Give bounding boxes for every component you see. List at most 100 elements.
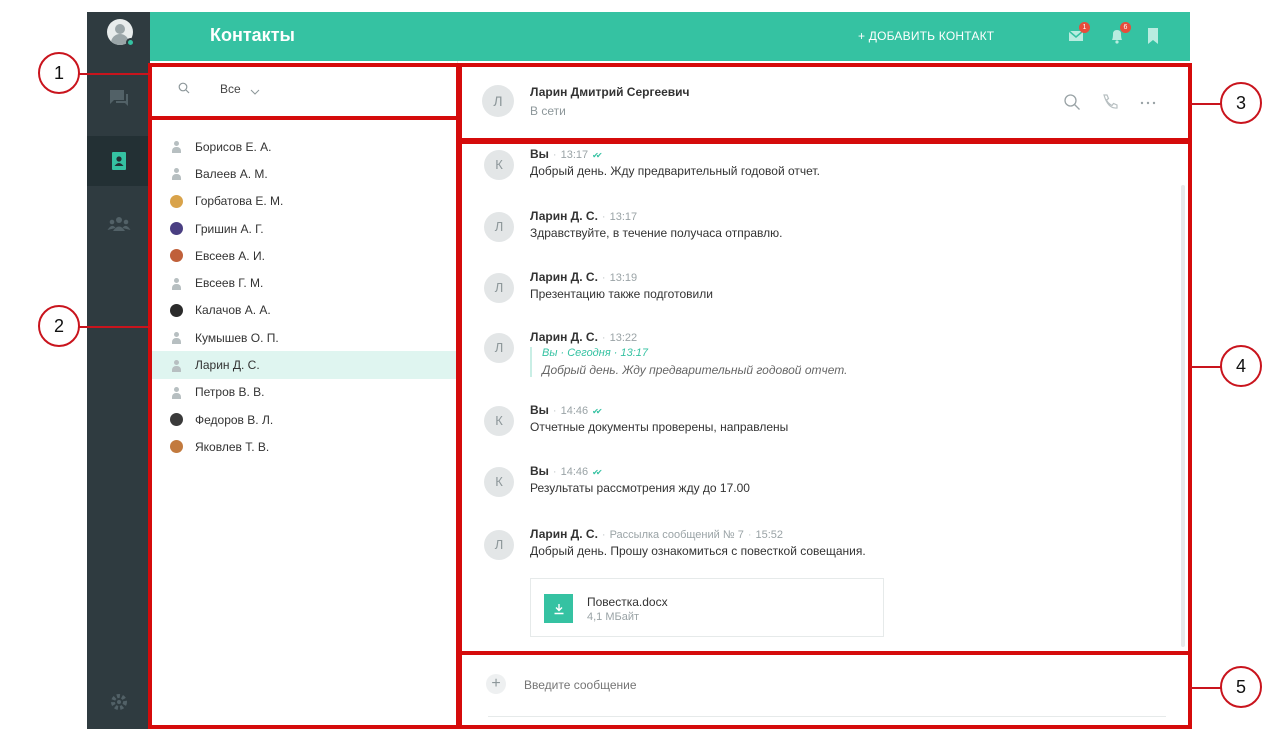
search-icon (1063, 94, 1081, 115)
contact-list-item[interactable]: Федоров В. Л. (150, 406, 458, 433)
contact-list-item[interactable]: Яковлев Т. В. (150, 433, 458, 460)
add-contact-button[interactable]: + ДОБАВИТЬ КОНТАКТ (858, 29, 994, 43)
message-author: Ларин Д. С. (530, 270, 598, 284)
meta-separator: · (552, 405, 557, 417)
chevron-down-icon[interactable] (250, 83, 260, 101)
message-author: Ларин Д. С. (530, 330, 598, 344)
read-receipt-icon: ✔✔ (592, 468, 603, 477)
contact-name-label: Евсеев Г. М. (195, 276, 264, 291)
message-time: 13:17 (560, 149, 589, 161)
messages-notification-button[interactable]: 1 (1067, 22, 1090, 45)
contact-photo-avatar (170, 194, 183, 208)
contact-list-item[interactable]: Калачов А. А. (150, 297, 458, 324)
contact-list-item[interactable]: Кумышев О. П. (150, 324, 458, 351)
rail-item-chats[interactable] (87, 73, 150, 123)
contact-list-item[interactable]: Евсеев А. И. (150, 242, 458, 269)
plus-icon: + (491, 675, 501, 692)
message-meta: Вы · 14:46 ✔✔ (530, 464, 603, 478)
contact-name[interactable]: Ларин Дмитрий Сергеевич (530, 85, 690, 99)
rail-item-settings[interactable] (87, 677, 150, 727)
default-avatar-icon (170, 359, 183, 372)
contact-list-item[interactable]: Ларин Д. С. (150, 351, 456, 379)
contact-avatar: Л (482, 85, 514, 117)
contacts-panel: Все Борисов Е. А. Валеев А. М. Горбатова Е… (150, 61, 458, 729)
more-options-button[interactable] (1139, 93, 1157, 116)
bell-icon (1108, 30, 1126, 49)
message-feed: Повестка.docx 4,1 МБайт К Вы · 13:17 ✔✔ Добры… (458, 141, 1190, 653)
message-author: Ларин Д. С. (530, 527, 598, 541)
meta-separator: · (601, 332, 606, 344)
bookmarks-button[interactable] (1146, 27, 1164, 45)
settings-icon (110, 693, 128, 711)
messages-scrollbar[interactable] (1181, 185, 1185, 647)
message-avatar: Л (484, 333, 514, 363)
message-composer: + (458, 653, 1190, 729)
search-button[interactable] (178, 81, 190, 99)
notifications-badge: 6 (1120, 22, 1131, 33)
message-meta: Вы · 13:17 ✔✔ (530, 147, 603, 161)
message-text: Здравствуйте, в течение получаса отправл… (530, 226, 783, 240)
message-author: Вы (530, 464, 549, 478)
app-header: Контакты + ДОБАВИТЬ КОНТАКТ 1 6 (150, 12, 1190, 61)
attach-button[interactable]: + (486, 674, 506, 694)
download-icon[interactable] (544, 594, 573, 623)
messages-badge: 1 (1079, 22, 1090, 33)
meta-separator: · (601, 211, 606, 223)
message-time: 13:17 (609, 211, 638, 223)
message-avatar: К (484, 467, 514, 497)
contact-name-label: Петров В. В. (195, 385, 265, 400)
search-in-chat-button[interactable] (1063, 93, 1081, 116)
default-avatar-icon (170, 167, 183, 181)
filter-dropdown-label[interactable]: Все (220, 82, 241, 96)
message-meta: Вы · 14:46 ✔✔ (530, 403, 603, 417)
contact-name-label: Калачов А. А. (195, 303, 271, 318)
groups-icon (107, 215, 131, 233)
message-avatar: К (484, 406, 514, 436)
contact-list-item[interactable]: Валеев А. М. (150, 160, 458, 187)
phone-icon (1101, 94, 1119, 115)
contact-list-item[interactable]: Горбатова Е. М. (150, 188, 458, 215)
meta-separator: · (601, 272, 606, 284)
default-avatar-icon (170, 386, 183, 399)
message-meta: Ларин Д. С. · Рассылка сообщений № 7 · 15:52 (530, 527, 783, 541)
callout-5: 5 (1220, 666, 1262, 708)
contact-name-label: Евсеев А. И. (195, 248, 265, 263)
contact-list-item[interactable]: Петров В. В. (150, 379, 458, 406)
rail-item-groups[interactable] (87, 199, 150, 249)
rail-item-contacts[interactable] (87, 136, 150, 186)
message-avatar: К (484, 150, 514, 180)
default-avatar-icon (170, 140, 183, 154)
message-avatar: Л (484, 273, 514, 303)
file-attachment[interactable]: Повестка.docx 4,1 МБайт (530, 578, 884, 637)
contact-name-label: Федоров В. Л. (195, 412, 274, 427)
callout-line-1 (79, 73, 150, 75)
contact-list-item[interactable]: Евсеев Г. М. (150, 269, 458, 296)
message-avatar: Л (484, 530, 514, 560)
page-title: Контакты (210, 25, 295, 45)
callout-line-4 (1190, 366, 1222, 368)
contact-list-item[interactable]: Борисов Е. А. (150, 133, 458, 160)
callout-line-3 (1190, 103, 1222, 105)
contact-name-label: Гришин А. Г. (195, 221, 264, 236)
notifications-button[interactable]: 6 (1108, 22, 1131, 45)
contact-photo-avatar (170, 222, 183, 236)
message-input[interactable] (524, 678, 1124, 692)
callout-3: 3 (1220, 82, 1262, 124)
message-meta: Ларин Д. С. · 13:22 (530, 330, 637, 344)
mail-icon (1067, 30, 1085, 49)
default-avatar-icon (170, 331, 183, 345)
message-author: Вы (530, 147, 549, 161)
call-button[interactable] (1101, 93, 1119, 116)
contact-photo-avatar (170, 303, 183, 317)
left-rail (87, 12, 150, 729)
message-time: 14:46 (560, 466, 589, 478)
contact-name-label: Ларин Д. С. (195, 358, 260, 373)
message-time: 14:46 (560, 405, 589, 417)
mailing-label: Рассылка сообщений № 7 (609, 529, 744, 541)
contact-name-label: Яковлев Т. В. (195, 439, 270, 454)
message-meta: Ларин Д. С. · 13:17 (530, 209, 637, 223)
contacts-icon (111, 151, 127, 171)
quoted-message[interactable]: Вы · Сегодня · 13:17 Добрый день. Жду пре… (530, 347, 847, 377)
read-receipt-icon: ✔✔ (592, 151, 603, 160)
contact-list-item[interactable]: Гришин А. Г. (150, 215, 458, 242)
